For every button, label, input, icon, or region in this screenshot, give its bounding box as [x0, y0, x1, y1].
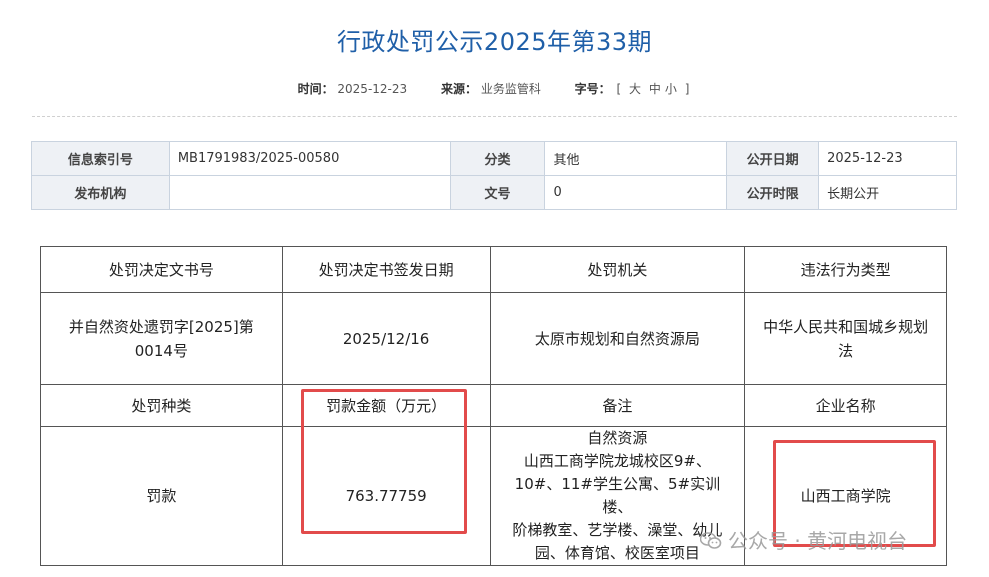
watermark-text: 公众号 · 黄河电视台: [728, 529, 908, 553]
fontsize-small-link[interactable]: 小: [665, 82, 677, 96]
info-org-label: 发布机构: [31, 175, 170, 210]
penalty-violation-line2: 法: [838, 341, 854, 360]
fontsize-label: 字号：: [574, 82, 611, 96]
penalty-issue-date-header: 处罚决定书签发日期: [281, 246, 491, 293]
info-org-value: [168, 175, 451, 210]
penalty-doc-no-line2: 0014号: [134, 341, 188, 360]
penalty-fine-amount-header: 罚款金额（万元）: [281, 384, 491, 427]
penalty-note-line2: 山西工商学院龙城校区9#、: [523, 452, 711, 470]
info-category-label: 分类: [449, 141, 546, 176]
info-index-label: 信息索引号: [31, 141, 170, 176]
penalty-issue-date: 2025/12/16: [281, 292, 491, 385]
watermark: 公众号 · 黄河电视台: [699, 525, 908, 555]
fontsize-controls: [ 大 中小 ]: [615, 82, 692, 96]
info-index-value: MB1791983/2025-00580: [168, 141, 451, 176]
penalty-company-header: 企业名称: [744, 384, 947, 427]
fontsize-open-bracket: [: [616, 82, 622, 96]
penalty-table: 处罚决定文书号 处罚决定书签发日期 处罚机关 违法行为类型 并自然资处遗罚字[2…: [40, 246, 947, 566]
penalty-header-row: 处罚决定文书号 处罚决定书签发日期 处罚机关 违法行为类型: [40, 246, 947, 293]
penalty-doc-no-header: 处罚决定文书号: [40, 246, 283, 293]
info-table: 信息索引号 MB1791983/2025-00580 分类 其他 公开日期 20…: [31, 141, 957, 210]
penalty-authority: 太原市规划和自然资源局: [489, 292, 746, 385]
article-meta: 时间： 2025-12-23 来源： 业务监管科 字号： [ 大 中小 ]: [0, 80, 989, 97]
penalty-doc-no-cell: 并自然资处遗罚字[2025]第 0014号: [40, 292, 283, 385]
penalty-violation-type-header: 违法行为类型: [744, 246, 947, 293]
info-row: 发布机构 文号 0 公开时限 长期公开: [31, 175, 957, 210]
info-period-label: 公开时限: [726, 175, 820, 210]
penalty-note-line1: 自然资源: [587, 429, 648, 447]
info-docno-value: 0: [544, 175, 728, 210]
penalty-violation-line1: 中华人民共和国城乡规划: [763, 317, 929, 336]
penalty-data-row: 并自然资处遗罚字[2025]第 0014号 2025/12/16 太原市规划和自…: [40, 292, 947, 385]
info-row: 信息索引号 MB1791983/2025-00580 分类 其他 公开日期 20…: [31, 141, 957, 176]
fontsize-large-link[interactable]: 大: [629, 82, 641, 96]
fontsize-medium-link[interactable]: 中: [649, 82, 661, 96]
source-label: 来源：: [440, 82, 477, 96]
info-category-value: 其他: [544, 141, 728, 176]
time-label: 时间：: [297, 82, 334, 96]
penalty-doc-no-line1: 并自然资处遗罚字[2025]第: [68, 317, 254, 336]
info-pubdate-value: 2025-12-23: [818, 141, 957, 176]
penalty-note-header: 备注: [489, 384, 746, 427]
time-value: 2025-12-23: [337, 82, 408, 96]
penalty-note-line3: 10#、11#学生公寓、5#实训楼、: [514, 475, 721, 516]
penalty-kind: 罚款: [40, 426, 283, 566]
page-title: 行政处罚公示2025年第33期: [336, 28, 653, 56]
info-period-value: 长期公开: [818, 175, 957, 210]
wechat-icon: [699, 531, 722, 555]
penalty-fine-amount: 763.77759: [281, 426, 491, 566]
info-docno-label: 文号: [449, 175, 546, 210]
source-value: 业务监管科: [480, 82, 541, 96]
penalty-authority-header: 处罚机关: [489, 246, 746, 293]
fontsize-close-bracket: ]: [684, 82, 690, 96]
penalty-violation-cell: 中华人民共和国城乡规划 法: [744, 292, 947, 385]
penalty-kind-header: 处罚种类: [40, 384, 283, 427]
meta-divider: [32, 116, 957, 117]
penalty-header-row-2: 处罚种类 罚款金额（万元） 备注 企业名称: [40, 384, 947, 427]
info-pubdate-label: 公开日期: [726, 141, 820, 176]
